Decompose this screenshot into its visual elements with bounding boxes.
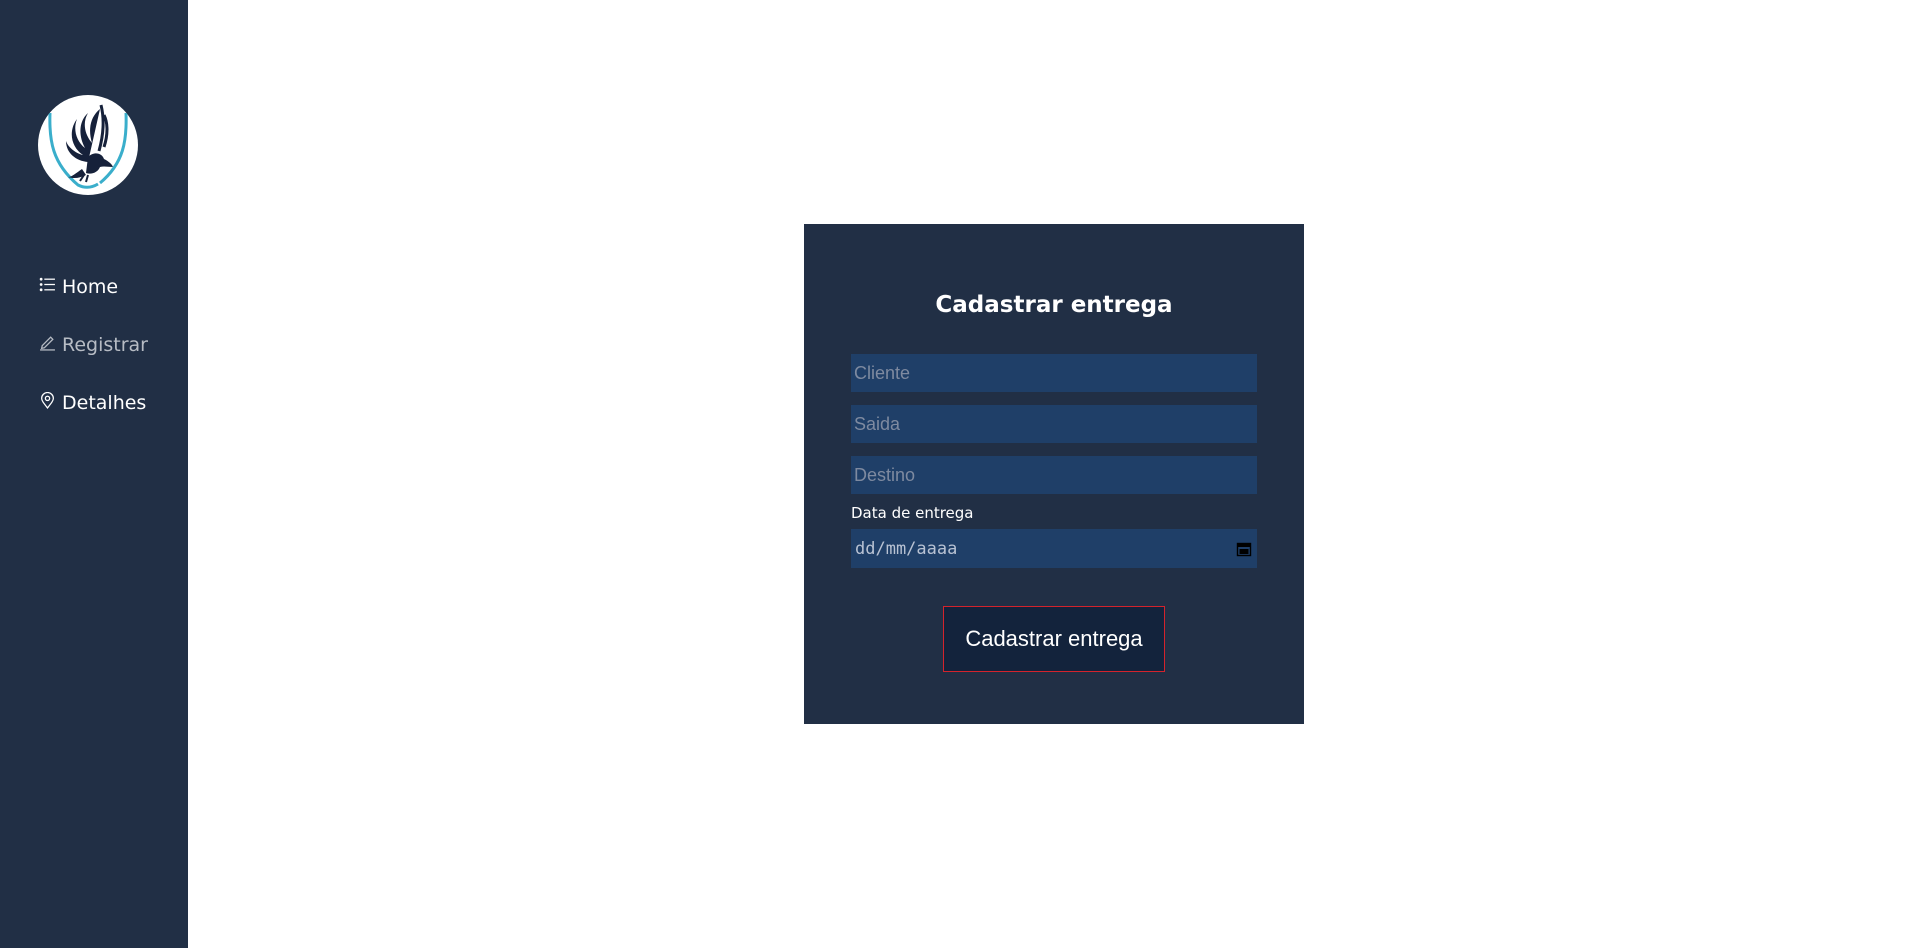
delivery-date-input[interactable]: dd/mm/aaaa: [851, 529, 1257, 568]
eagle-logo-icon: [48, 104, 128, 189]
list-icon: [39, 274, 59, 294]
sidebar-nav: Home Registrar Detalhes: [39, 258, 148, 432]
form-title: Cadastrar entrega: [935, 292, 1173, 318]
sidebar-item-label: Detalhes: [62, 392, 147, 414]
sidebar: Home Registrar Detalhes: [0, 0, 188, 948]
pencil-icon: [39, 332, 59, 352]
destino-input[interactable]: [851, 456, 1257, 494]
sidebar-item-registrar[interactable]: Registrar: [39, 316, 148, 374]
map-pin-icon: [39, 390, 59, 410]
calendar-icon[interactable]: [1236, 541, 1252, 557]
delivery-form: Cadastrar entrega Data de entrega dd/mm/…: [804, 224, 1304, 724]
eagle-shield-logo[interactable]: [38, 95, 138, 195]
submit-button[interactable]: Cadastrar entrega: [943, 606, 1165, 672]
saida-input[interactable]: [851, 405, 1257, 443]
sidebar-item-label: Registrar: [62, 334, 148, 356]
cliente-input[interactable]: [851, 354, 1257, 392]
date-placeholder: dd/mm/aaaa: [855, 538, 958, 559]
sidebar-item-detalhes[interactable]: Detalhes: [39, 374, 148, 432]
date-label: Data de entrega: [851, 504, 974, 522]
sidebar-item-home[interactable]: Home: [39, 258, 148, 316]
sidebar-item-label: Home: [62, 276, 119, 298]
